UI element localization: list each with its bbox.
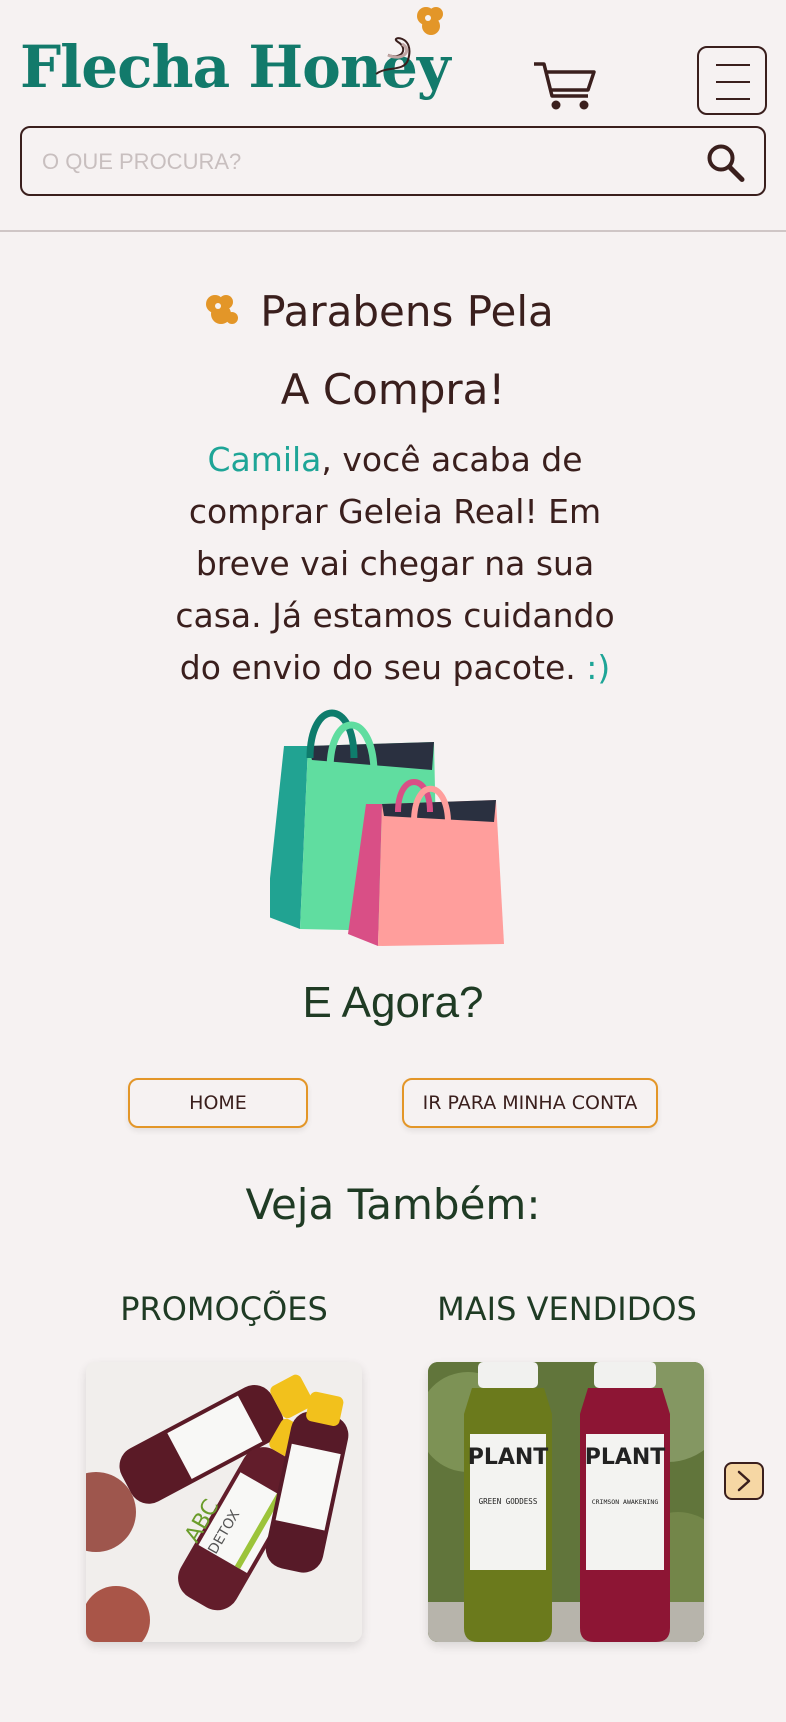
bee-icon bbox=[206, 295, 239, 324]
carousel-next-button[interactable] bbox=[724, 1462, 764, 1500]
smiley: :) bbox=[586, 648, 611, 687]
home-button[interactable]: HOME bbox=[128, 1078, 308, 1128]
site-header: Flecha Honey bbox=[0, 0, 786, 232]
search-input[interactable] bbox=[42, 142, 682, 182]
shopping-bags-icon bbox=[270, 709, 504, 946]
menu-icon bbox=[716, 64, 750, 66]
product-image-abc-detox: ABC DETOX bbox=[86, 1362, 362, 1642]
my-account-button[interactable]: IR PARA MINHA CONTA bbox=[402, 1078, 658, 1128]
category-title-promocoes[interactable]: PROMOÇÕES bbox=[86, 1290, 362, 1328]
congrats-title-line1: Parabens Pela bbox=[260, 287, 554, 336]
congrats-heading: Parabens Pela A Compra! bbox=[0, 276, 786, 426]
congrats-title-line2: A Compra! bbox=[280, 365, 506, 414]
search-bar bbox=[20, 126, 766, 196]
green-goddess-label: GREEN GODDESS bbox=[479, 1497, 538, 1506]
product-card-mais-vendidos[interactable]: PLANT GREEN GODDESS PLANT CRIMSON AWAKEN… bbox=[428, 1362, 704, 1642]
search-icon[interactable] bbox=[704, 142, 746, 184]
menu-button[interactable] bbox=[697, 46, 767, 115]
purchase-message: Camila, você acaba de comprar Geleia Rea… bbox=[150, 434, 640, 694]
crimson-awakening-label: CRIMSON AWAKENING bbox=[592, 1498, 659, 1506]
chevron-right-icon bbox=[737, 1470, 751, 1492]
plant-label-1: PLANT bbox=[468, 1445, 549, 1470]
category-title-mais-vendidos[interactable]: MAIS VENDIDOS bbox=[428, 1290, 706, 1328]
product-card-promocoes[interactable]: ABC DETOX bbox=[86, 1362, 362, 1642]
customer-name: Camila bbox=[207, 440, 322, 479]
next-steps-heading: E Agora? bbox=[302, 978, 484, 1027]
cart-icon[interactable] bbox=[532, 60, 596, 112]
bee-logo-icon bbox=[375, 7, 443, 75]
product-image-plant-juices: PLANT GREEN GODDESS PLANT CRIMSON AWAKEN… bbox=[428, 1362, 704, 1642]
plant-label-2: PLANT bbox=[585, 1445, 666, 1470]
see-also-heading: Veja Também: bbox=[245, 1180, 541, 1229]
